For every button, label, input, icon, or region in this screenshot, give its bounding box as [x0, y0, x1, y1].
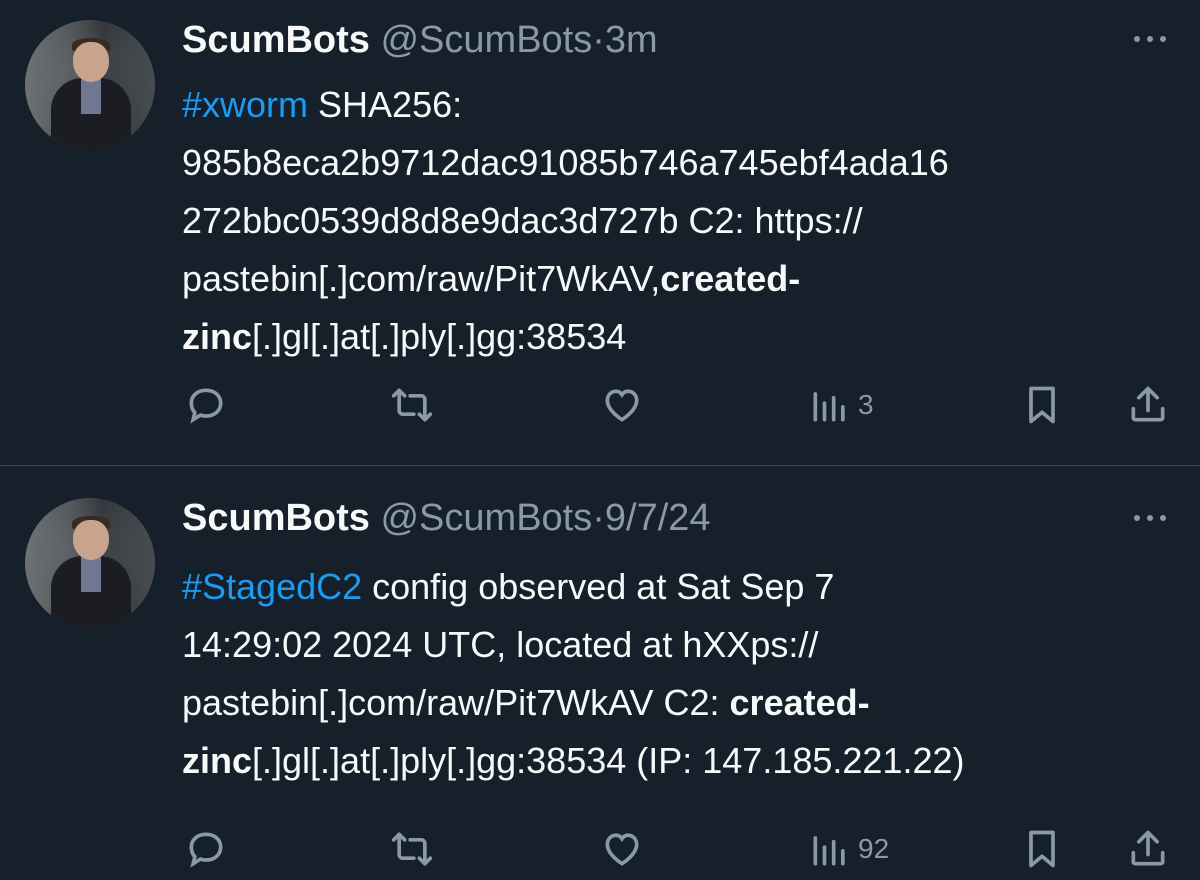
- tweet-text: #StagedC2 config observed at Sat Sep 7 1…: [182, 558, 1172, 790]
- heart-icon: [605, 833, 639, 866]
- separator-dot: ·: [592, 19, 605, 61]
- tweet-text: #xworm SHA256: 985b8eca2b9712dac91085b74…: [182, 76, 1172, 366]
- tweet[interactable]: ScumBots @ScumBots·3m #xworm SHA256: 985…: [0, 0, 1200, 440]
- bookmark-icon: [1029, 830, 1055, 868]
- heart-icon: [605, 389, 639, 422]
- retweet-icon: [391, 388, 433, 422]
- views-count: 92: [858, 833, 890, 864]
- like-button[interactable]: [600, 380, 644, 430]
- views-icon: [813, 836, 845, 866]
- views-count: 3: [858, 389, 874, 420]
- share-icon: [1131, 830, 1165, 866]
- bookmark-button[interactable]: [1020, 824, 1064, 874]
- hashtag-link[interactable]: #StagedC2: [182, 566, 362, 607]
- tweet-text-part: [.]gl[.]at[.]ply[.]gg:38534: [252, 316, 627, 357]
- views-icon: [813, 392, 845, 422]
- reply-icon: [189, 832, 223, 868]
- like-button[interactable]: [600, 824, 644, 874]
- share-button[interactable]: [1126, 380, 1170, 430]
- timestamp[interactable]: 9/7/24: [605, 497, 711, 539]
- bookmark-icon: [1029, 386, 1055, 424]
- hashtag-link[interactable]: #xworm: [182, 84, 308, 125]
- views-button[interactable]: 92: [808, 824, 889, 874]
- more-icon[interactable]: [1130, 515, 1170, 525]
- user-handle[interactable]: @ScumBots: [380, 497, 592, 539]
- display-name[interactable]: ScumBots: [182, 19, 370, 61]
- bookmark-button[interactable]: [1020, 380, 1064, 430]
- display-name[interactable]: ScumBots: [182, 497, 370, 539]
- retweet-button[interactable]: [390, 380, 434, 430]
- retweet-icon: [391, 832, 433, 866]
- tweet-actions: 3: [0, 380, 1200, 430]
- share-button[interactable]: [1126, 824, 1170, 874]
- reply-button[interactable]: [184, 380, 228, 430]
- reply-icon: [189, 388, 223, 424]
- separator-dot: ·: [592, 497, 605, 539]
- avatar[interactable]: [25, 20, 155, 150]
- tweet[interactable]: ScumBots @ScumBots·9/7/24 #StagedC2 conf…: [0, 466, 1200, 880]
- tweet-actions: 92: [0, 824, 1200, 874]
- avatar[interactable]: [25, 498, 155, 628]
- views-button[interactable]: 3: [808, 380, 874, 430]
- tweet-text-part: [.]gl[.]at[.]ply[.]gg:38534 (IP: 147.185…: [252, 740, 965, 781]
- more-icon[interactable]: [1130, 36, 1170, 46]
- retweet-button[interactable]: [390, 824, 434, 874]
- reply-button[interactable]: [184, 824, 228, 874]
- tweet-header: ScumBots @ScumBots·9/7/24: [182, 496, 711, 540]
- user-handle[interactable]: @ScumBots: [380, 19, 592, 61]
- tweet-header: ScumBots @ScumBots·3m: [182, 18, 658, 62]
- share-icon: [1131, 386, 1165, 422]
- timestamp[interactable]: 3m: [605, 19, 658, 61]
